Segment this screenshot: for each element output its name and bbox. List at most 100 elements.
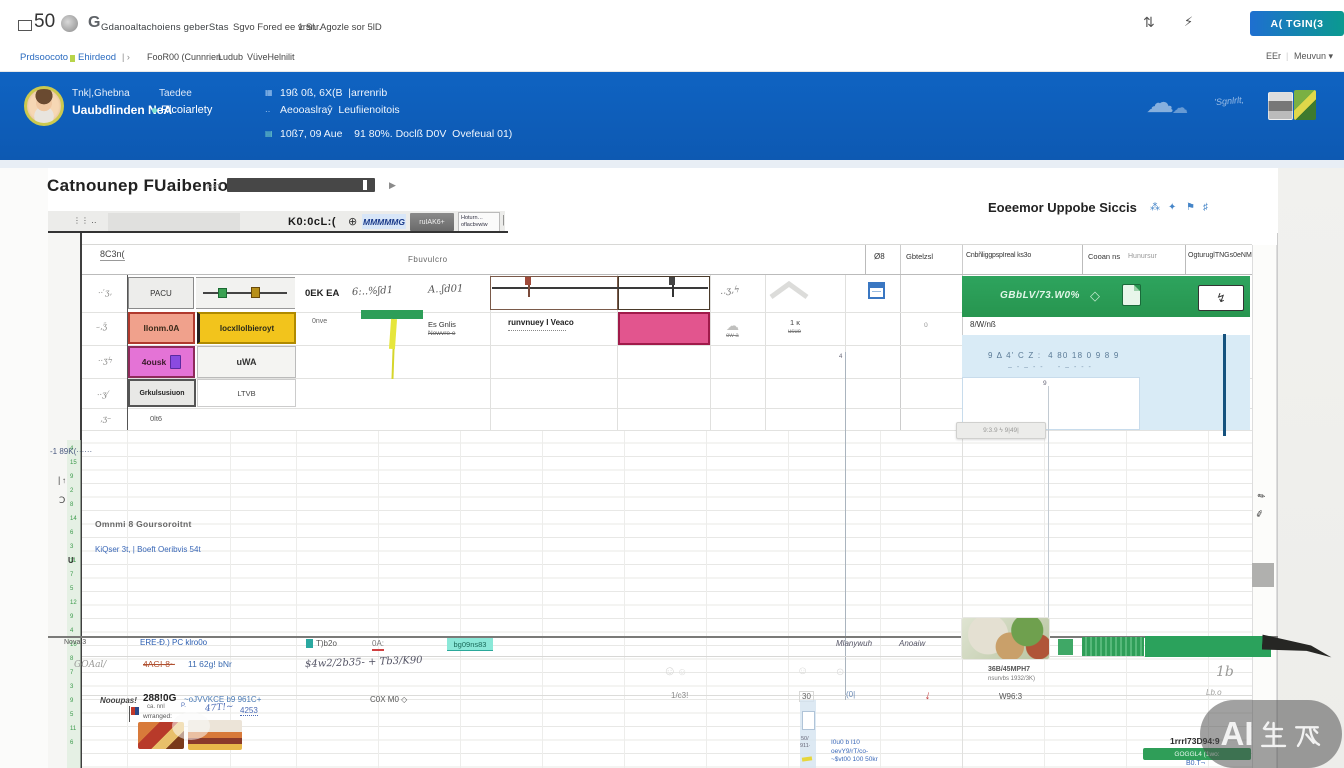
col-header-5[interactable]: OgturuglTNGs0eNM (1188, 252, 1252, 259)
white-button-line1: Hoturn… (461, 215, 497, 222)
cell-pacu[interactable]: PACU (128, 277, 194, 309)
row-line (82, 430, 1252, 431)
header-badge-2[interactable] (1294, 90, 1316, 120)
spark-icon[interactable]: ✦ (1168, 202, 1176, 213)
pin-marker-brown[interactable] (525, 277, 531, 285)
banner-bolt-icon: ↯ (1215, 290, 1227, 306)
flag-blue (135, 707, 139, 715)
pin-marker-dark[interactable] (669, 277, 675, 285)
row-scribble: ··ʒ⁄ (97, 390, 109, 400)
bottom-col-header-1: Mlanywuh (836, 639, 872, 648)
label-col-frame (127, 275, 128, 430)
gridline-v (788, 430, 789, 768)
sketch-circles: ⊙ (836, 667, 844, 678)
cell-slider[interactable] (196, 277, 295, 309)
toolbar-divider: | (502, 214, 505, 226)
corner-header[interactable]: 8C3n( (100, 249, 125, 261)
sharp-icon[interactable]: ♯ (1203, 202, 1208, 213)
col-header-1[interactable]: Ø8 (874, 252, 885, 261)
gridline-v (710, 274, 711, 430)
toolbar-label: K0:0cL:( (288, 216, 336, 228)
gridline-v (1044, 430, 1045, 768)
cell-olt6[interactable]: 0lt6 (150, 414, 162, 423)
toolbar-white-button[interactable]: Hoturn… oflacbvwiw (458, 212, 500, 232)
sort-icon[interactable]: ⇅ (1143, 14, 1155, 31)
window-icon[interactable] (868, 282, 885, 299)
topbar-menu-3[interactable]: Agozle sor 5lD (320, 22, 382, 33)
profile-name-main: Uaubdlinden NeA (72, 103, 172, 117)
status-dot (152, 108, 157, 113)
pin-cell-left[interactable] (490, 276, 618, 310)
cell-qty[interactable]: 0EK EA (305, 288, 339, 299)
toolbar-segment[interactable] (108, 213, 240, 231)
tab-shape-icon[interactable] (18, 20, 32, 31)
banner-file-icon[interactable] (1122, 284, 1141, 306)
nav-right-label[interactable]: EEr (1266, 51, 1281, 61)
toolbar-handle-icon[interactable]: ⋮⋮ ‥ (73, 216, 97, 225)
k-label: 1 ᴋ (790, 318, 800, 327)
teal-highlight[interactable]: bg09ns83 (447, 638, 493, 651)
scrollbar-thumb[interactable] (1252, 563, 1274, 587)
cell-ltvb[interactable]: LTVB (197, 379, 296, 407)
t-label: T)b2o (316, 639, 337, 648)
header-band-line (82, 274, 1252, 275)
banner-button[interactable]: ↯ (1198, 285, 1244, 311)
cell-yellow[interactable]: Iocxllolbieroyt (197, 312, 296, 344)
pin-cell-right[interactable] (618, 276, 710, 310)
cell-gray[interactable]: Grkulsusiuon (128, 379, 196, 407)
edit-icon[interactable]: ⁂ (1150, 202, 1160, 213)
timeline-marker-label-2: 9 (1043, 380, 1047, 387)
nav-link-3[interactable]: FooR00 (Cunnrien (147, 52, 221, 62)
header-band-line (82, 244, 1252, 245)
site-logo-blob (61, 15, 78, 32)
col-header-4[interactable]: Cooan ns (1088, 252, 1120, 261)
slider-handle-green[interactable] (218, 288, 227, 298)
nav-link-protocol[interactable]: Prdsoocoto (20, 52, 68, 63)
file-fold (1134, 285, 1140, 291)
progress-label: R37 (207, 182, 221, 191)
cell-magenta[interactable]: 4ousk (128, 346, 195, 378)
slider-handle-dark[interactable] (251, 287, 260, 298)
cell-1c3: 1/c3! (671, 691, 688, 700)
bottom-link[interactable]: ERE-Đ.) PC klro0o (140, 638, 207, 647)
topbar-menu-2[interactable]: vrsnr. (298, 22, 321, 33)
right-section-title: Eoeemor Uppobe Siccis (988, 200, 1137, 215)
plus-circle-icon[interactable]: ⊕ (348, 215, 357, 228)
profile-role-top: Taedee (159, 88, 192, 99)
toolbar-highlight[interactable]: MMMMMG (362, 214, 406, 229)
col-header-3[interactable]: CnbñliggpspIreal ks3o (966, 252, 1031, 259)
col-header-2[interactable]: Gbtelzsl (906, 252, 933, 261)
bottom-blue-link[interactable]: B0.T¬ (1186, 760, 1205, 767)
note-line1: Es Gnlis (428, 320, 456, 329)
progress-bar[interactable] (227, 178, 375, 192)
bolt-icon[interactable]: ⚡ (1184, 14, 1193, 30)
green-gantt-bar[interactable] (1145, 636, 1271, 657)
cell-salmon[interactable]: Ilonm.0A (128, 312, 195, 344)
scrollbar-strip[interactable] (1252, 245, 1277, 768)
flag-icon[interactable]: ⚑ (1186, 202, 1195, 213)
watermark-latin: AI (1221, 715, 1254, 753)
nav-link-5[interactable]: VüveHelnilit (247, 52, 295, 62)
nav-right-menu[interactable]: Meuvun ▾ (1294, 51, 1333, 62)
ai-action-button[interactable]: A( TGIN(3 (1250, 11, 1344, 36)
nav-chevrons[interactable]: | › (122, 52, 130, 62)
gridline-v (962, 430, 963, 768)
cell-pipe: (0| (846, 690, 855, 699)
play-icon[interactable]: ▶ (389, 180, 396, 191)
tab-count: 50 (34, 11, 55, 33)
avatar[interactable] (24, 86, 64, 126)
timeline-marker-line-2 (1048, 386, 1049, 637)
nav-link-shared[interactable]: Ehirdeod (78, 52, 116, 63)
url-text: Gdanoaltachoiens geberStas (101, 22, 229, 33)
mixed-text-blue: 11 62g! bNr (188, 659, 232, 669)
toolbar-dark-button[interactable]: ruIAK6+ (410, 213, 454, 231)
header-badge-1[interactable] (1268, 92, 1293, 120)
green-mini-bar[interactable] (361, 310, 423, 319)
nav-link-4[interactable]: Ludub (218, 52, 243, 62)
progress-notch (363, 180, 367, 190)
app-window: 50 G Gdanoaltachoiens geberStas Sgvo For… (0, 0, 1344, 768)
speed-line2: nsurvbs 1932/3K) (988, 676, 1035, 682)
summary-link[interactable]: KiQser 3t, | Boeft Oeribvis 54t (95, 545, 201, 554)
cell-uwa[interactable]: uWA (197, 346, 296, 378)
cell-pink[interactable] (618, 312, 710, 345)
